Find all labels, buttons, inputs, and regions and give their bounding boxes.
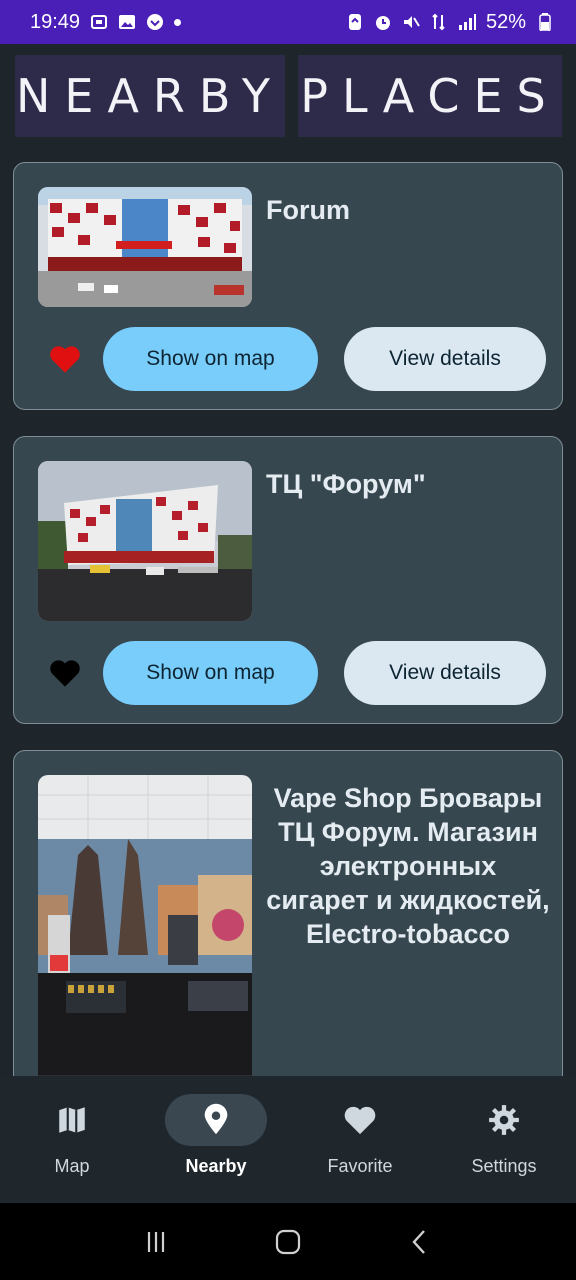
nav-item-map[interactable]: Map	[0, 1076, 144, 1203]
nav-label: Nearby	[185, 1156, 247, 1176]
place-photo[interactable]	[38, 187, 252, 307]
page-title: NEARBY PLACES	[15, 55, 562, 137]
title-word-places: PLACES	[298, 55, 562, 137]
gear-icon	[489, 1105, 519, 1135]
status-time: 19:49	[30, 10, 81, 33]
place-photo[interactable]	[38, 775, 252, 1076]
nav-label: Settings	[471, 1156, 537, 1176]
sync-icon	[348, 14, 361, 30]
place-card: Forum Show on map View details	[13, 162, 563, 410]
favorite-heart-icon[interactable]	[48, 344, 82, 374]
place-title: Forum	[266, 195, 350, 225]
back-icon[interactable]	[405, 1227, 435, 1257]
show-on-map-button[interactable]: Show on map	[103, 641, 318, 705]
nav-item-favorite[interactable]: Favorite	[288, 1076, 432, 1203]
mute-icon	[403, 16, 420, 28]
home-icon[interactable]	[273, 1227, 303, 1257]
show-on-map-button[interactable]: Show on map	[103, 327, 318, 391]
screenshot-icon	[91, 15, 108, 29]
view-details-button[interactable]: View details	[344, 641, 546, 705]
data-icon	[432, 13, 445, 31]
place-card: ТЦ "Форум" Show on map View details	[13, 436, 563, 724]
nav-item-settings[interactable]: Settings	[432, 1076, 576, 1203]
signal-icon	[458, 14, 476, 30]
location-pin-icon	[204, 1103, 228, 1135]
nav-item-nearby[interactable]: Nearby	[144, 1076, 288, 1203]
battery-icon	[539, 13, 551, 31]
status-bar: 19:49 52%	[0, 0, 576, 44]
system-navigation-bar	[0, 1203, 576, 1280]
title-word-nearby: NEARBY	[15, 55, 285, 137]
place-photo[interactable]	[38, 461, 252, 621]
app-notification-icon	[147, 14, 164, 30]
recent-apps-icon[interactable]	[141, 1227, 171, 1257]
places-list[interactable]: Forum Show on map View details ТЦ "Форум…	[0, 162, 576, 1076]
favorite-heart-icon[interactable]	[48, 658, 82, 688]
more-notifications-dot	[174, 18, 182, 26]
place-title: Vape Shop Бровары ТЦ Форум. Магазин элек…	[266, 783, 550, 949]
nav-label: Map	[54, 1156, 90, 1176]
place-title: ТЦ "Форум"	[266, 469, 426, 499]
alarm-icon	[375, 16, 390, 30]
heart-icon	[344, 1106, 376, 1135]
map-icon	[59, 1107, 85, 1133]
battery-percent: 52%	[485, 10, 526, 33]
view-details-button[interactable]: View details	[344, 327, 546, 391]
place-card: Vape Shop Бровары ТЦ Форум. Магазин элек…	[13, 750, 563, 1076]
bottom-navigation: Map Nearby Favorite Settings	[0, 1076, 576, 1203]
nav-label: Favorite	[327, 1156, 393, 1176]
gallery-icon	[119, 15, 136, 29]
